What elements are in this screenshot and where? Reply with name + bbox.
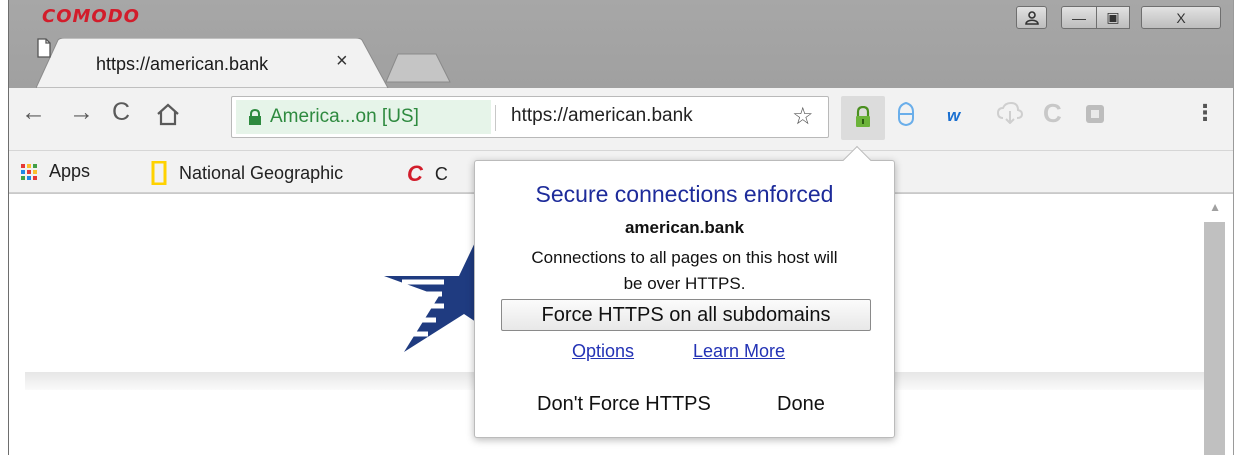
bookmark-star-icon[interactable]: ☆ bbox=[792, 102, 814, 131]
popup-title: Secure connections enforced bbox=[535, 181, 834, 207]
popup-description-line: Connections to all pages on this host wi… bbox=[531, 248, 838, 267]
forward-button[interactable]: → bbox=[69, 98, 94, 127]
https-extension-button[interactable] bbox=[841, 96, 885, 140]
tab-american-bank[interactable]: https://american.bank × bbox=[36, 38, 391, 88]
reload-button[interactable]: C bbox=[112, 98, 130, 127]
options-link[interactable]: Options bbox=[572, 341, 634, 362]
comodo-shield-extension-icon[interactable] bbox=[897, 102, 915, 126]
bookmark-label: Apps bbox=[49, 161, 91, 181]
natgeo-icon bbox=[151, 161, 167, 185]
user-icon bbox=[1024, 10, 1039, 25]
ev-organization-label: America...on [US] bbox=[270, 106, 419, 127]
url-text[interactable]: https://american.bank bbox=[511, 105, 693, 127]
popup-description-line: be over HTTPS. bbox=[623, 274, 746, 293]
https-lock-icon bbox=[856, 106, 870, 127]
browser-brand-logo: COMODO bbox=[42, 6, 140, 27]
dragon-extension-icon[interactable] bbox=[1085, 104, 1105, 124]
scrollbar-thumb[interactable] bbox=[1204, 222, 1225, 455]
comodo-c-extension-icon[interactable]: C bbox=[1043, 98, 1062, 129]
maximize-button[interactable]: ▣ bbox=[1096, 6, 1130, 29]
toolbar: ← → C America...on [US] https://american… bbox=[9, 88, 1233, 151]
close-icon: X bbox=[1176, 9, 1186, 26]
https-enforced-popup: Secure connections enforced american.ban… bbox=[474, 145, 895, 438]
popup-description: Connections to all pages on this host wi… bbox=[485, 245, 884, 297]
bookmark-label: C bbox=[434, 163, 448, 184]
cloud-download-icon[interactable] bbox=[997, 102, 1023, 124]
menu-icon[interactable]: ⋮ bbox=[1194, 100, 1216, 126]
tab-title: https://american.bank bbox=[96, 54, 269, 74]
force-https-subdomains-button[interactable]: Force HTTPS on all subdomains bbox=[501, 299, 871, 331]
comodo-c-icon: C bbox=[407, 161, 423, 186]
user-profile-button[interactable] bbox=[1016, 6, 1047, 29]
address-bar[interactable]: America...on [US] https://american.bank … bbox=[231, 96, 829, 138]
dont-force-https-button[interactable]: Don't Force HTTPS bbox=[537, 393, 711, 416]
title-bar: COMODO — ▣ X https://american.bank × bbox=[9, 0, 1233, 88]
minimize-button[interactable]: — bbox=[1061, 6, 1097, 29]
maximize-icon: ▣ bbox=[1106, 9, 1120, 25]
lock-icon bbox=[249, 109, 261, 125]
back-button[interactable]: ← bbox=[21, 98, 46, 127]
scroll-up-arrow[interactable]: ▲ bbox=[1209, 200, 1221, 214]
home-button[interactable] bbox=[155, 102, 181, 126]
url-separator bbox=[495, 105, 496, 131]
close-window-button[interactable]: X bbox=[1141, 6, 1221, 29]
w-extension-icon[interactable]: w bbox=[947, 106, 960, 126]
bookmark-label: National Geographic bbox=[179, 162, 344, 183]
browser-window: COMODO — ▣ X https://american.bank × ← →… bbox=[8, 0, 1234, 455]
bookmark-national-geographic[interactable]: National Geographic bbox=[151, 161, 343, 185]
popup-host: american.bank bbox=[624, 218, 745, 237]
minimize-icon: — bbox=[1072, 9, 1086, 26]
learn-more-link[interactable]: Learn More bbox=[693, 341, 785, 362]
page-icon bbox=[37, 38, 51, 58]
bookmark-apps[interactable]: Apps bbox=[21, 161, 90, 182]
tab-close-icon[interactable]: × bbox=[336, 50, 348, 73]
done-button[interactable]: Done bbox=[777, 393, 825, 416]
apps-grid-icon bbox=[21, 163, 37, 180]
ev-certificate-chip[interactable]: America...on [US] bbox=[236, 100, 491, 134]
bookmark-comodo[interactable]: C C bbox=[407, 161, 448, 187]
new-tab-button[interactable] bbox=[384, 52, 454, 84]
